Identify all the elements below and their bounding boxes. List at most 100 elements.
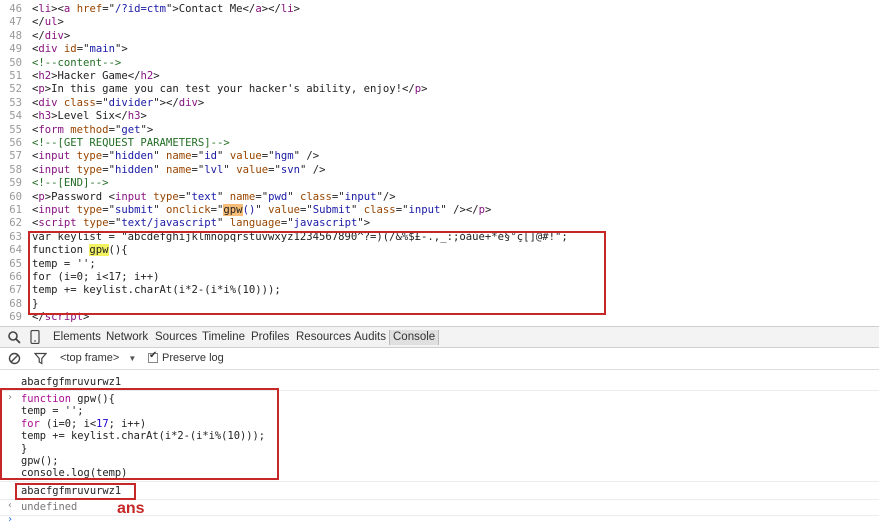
console-log-output: abacfgfmruvurwz1 <box>21 376 122 388</box>
code-token: ul <box>44 16 58 29</box>
code-token: <!--[END]--> <box>32 177 109 190</box>
code-token: h2 <box>140 70 154 82</box>
source-line: 47 </ul> <box>0 16 64 29</box>
code-token: class <box>299 190 332 203</box>
code-token: li <box>38 3 52 15</box>
device-mode-icon[interactable] <box>30 329 40 347</box>
code-token: =" <box>95 96 109 109</box>
code-token: =" <box>210 204 224 216</box>
code-token: ">Contact Me</ <box>166 3 256 15</box>
source-line: 48 </div> <box>0 30 70 43</box>
code-token: value <box>236 163 269 176</box>
code-token: main <box>89 43 115 56</box>
code-token: " <box>255 204 269 216</box>
source-line: 60 <p>Password <input type="text" name="p… <box>0 190 395 204</box>
source-line: 54 <h3>Level Six</h3> <box>0 110 147 123</box>
code-token: onclick <box>166 204 211 216</box>
code-token: =" <box>108 123 122 136</box>
line-number: 49 <box>9 43 22 56</box>
line-number: 48 <box>9 29 22 42</box>
code-token: h3 <box>38 110 52 123</box>
checkmark-icon: ✔ <box>149 350 158 361</box>
code-token: type <box>153 190 179 203</box>
console-prompt-icon: › <box>7 514 14 525</box>
code-token: type <box>76 204 103 216</box>
code-token: " <box>153 204 166 216</box>
code-token: =" <box>102 163 115 176</box>
code-token: </ <box>32 16 45 29</box>
code-token: " <box>223 163 237 176</box>
tab-profiles[interactable]: Profiles <box>251 330 289 345</box>
code-token: gpw <box>223 204 243 216</box>
code-token: /?id=ctm <box>114 3 167 15</box>
code-token: lvl <box>204 163 224 176</box>
code-token: =" <box>191 163 205 176</box>
code-token: type <box>76 150 103 163</box>
code-token: class <box>363 204 396 216</box>
source-line: 52 <p>In this game you can test your hack… <box>0 83 428 96</box>
source-line: 61 <input type="submit" onclick="gpw()" v… <box>0 204 491 217</box>
code-token: id <box>63 43 77 56</box>
tab-timeline[interactable]: Timeline <box>202 330 245 345</box>
code-token: > <box>197 96 205 109</box>
code-token: div <box>178 96 198 109</box>
code-token: input <box>38 163 71 176</box>
line-number: 60 <box>9 190 22 203</box>
code-token: input <box>408 204 441 216</box>
code-token: " <box>217 217 230 230</box>
code-token: "></ <box>153 96 179 109</box>
console-return-value: undefined <box>21 501 78 513</box>
code-token: div <box>38 43 58 56</box>
code-token: =" <box>299 204 313 216</box>
code-token: =" <box>102 204 115 216</box>
tab-elements[interactable]: Elements <box>53 330 101 345</box>
code-token: "> <box>114 43 128 56</box>
source-line: 55 <form method="get"> <box>0 124 153 137</box>
line-number: 54 <box>9 110 22 123</box>
code-token: " <box>153 163 166 176</box>
filter-icon[interactable] <box>33 352 48 368</box>
code-token: </ <box>32 29 45 42</box>
line-number: 58 <box>9 163 22 176</box>
code-token: () <box>242 204 256 216</box>
code-token: " /> <box>299 163 326 176</box>
code-token: ></ <box>261 3 281 15</box>
code-token: > <box>293 3 300 15</box>
preserve-log-checkbox[interactable]: ✔ <box>148 350 158 363</box>
code-token: value <box>229 150 262 163</box>
code-token: > <box>421 83 428 96</box>
code-token: type <box>76 163 103 176</box>
frame-select[interactable]: <top frame> ▼ <box>60 352 136 364</box>
clear-console-icon[interactable] <box>8 352 21 368</box>
code-token: =" <box>102 150 115 163</box>
code-token: >< <box>51 3 64 15</box>
code-token: li <box>280 3 294 15</box>
tab-resources[interactable]: Resources <box>296 330 351 345</box>
code-token: form <box>38 123 64 136</box>
code-token: =" <box>268 163 281 176</box>
code-token: =" <box>76 43 90 56</box>
preserve-log-label: Preserve log <box>162 352 224 364</box>
code-token: =" <box>331 190 345 203</box>
line-number: 55 <box>9 123 22 136</box>
code-token: svn <box>280 163 300 176</box>
tab-console[interactable]: Console <box>389 330 440 345</box>
tab-network[interactable]: Network <box>106 330 148 345</box>
code-token: script <box>38 217 77 230</box>
code-token: =" <box>395 204 409 216</box>
source-line: 58 <input type="hidden" name="lvl" value=… <box>0 163 326 177</box>
answer-annotation: ans <box>117 500 145 517</box>
code-token: type <box>83 217 109 230</box>
code-token: text <box>191 190 218 203</box>
tab-audits[interactable]: Audits <box>354 330 386 345</box>
highlight-box-console-code <box>0 388 279 480</box>
code-token: " <box>351 204 364 216</box>
frame-select-value: <top frame> <box>60 352 120 364</box>
chevron-down-icon: ▼ <box>128 354 137 363</box>
tab-sources[interactable]: Sources <box>155 330 197 345</box>
code-token: name <box>166 150 192 163</box>
code-token: class <box>63 96 96 109</box>
inspect-element-icon[interactable] <box>7 330 21 347</box>
code-token: divider <box>108 96 154 109</box>
code-token: h3 <box>127 110 141 123</box>
